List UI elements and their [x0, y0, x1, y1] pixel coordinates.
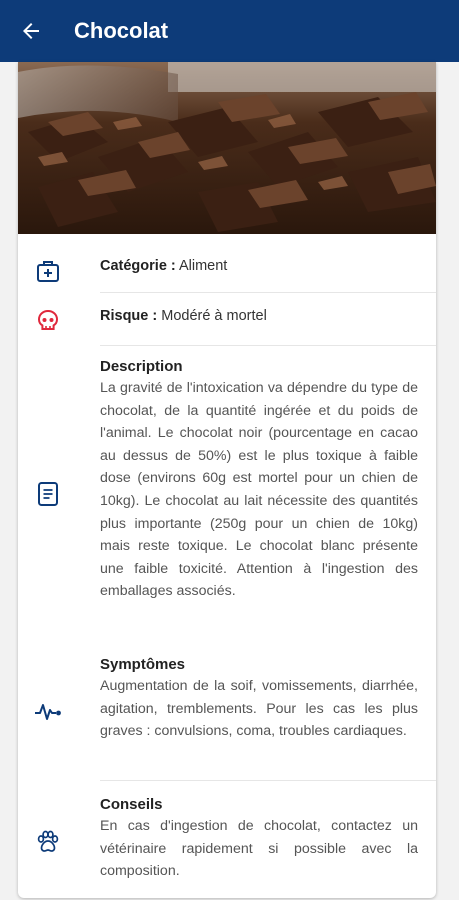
chocolate-photo-illustration: [18, 62, 436, 234]
category-row: Catégorie : Aliment: [18, 248, 436, 298]
description-text: La gravité de l'intoxication va dépendre…: [100, 380, 418, 600]
divider: [100, 780, 436, 781]
risk-value: Modéré à mortel: [161, 308, 267, 324]
advice-text: En cas d'ingestion de chocolat, contacte…: [100, 818, 418, 880]
arrow-left-icon: [23, 23, 39, 39]
symptoms-text: Augmentation de la soif, vomissements, d…: [100, 678, 418, 740]
page-title: Chocolat: [74, 18, 169, 43]
divider: [100, 345, 436, 346]
description-section: Description La gravité de l'intoxication…: [18, 358, 436, 636]
paw-icon: [32, 826, 64, 858]
symptoms-title: Symptômes: [100, 656, 186, 673]
document-icon: [32, 478, 64, 510]
advice-title: Conseils: [100, 796, 163, 813]
skull-icon: [32, 305, 64, 337]
back-button[interactable]: [0, 0, 62, 62]
category-value: Aliment: [178, 258, 228, 274]
divider: [100, 292, 436, 293]
app-bar: Chocolat: [0, 0, 459, 62]
risk-row: Risque : Modéré à mortel: [18, 298, 436, 348]
symptoms-section: Symptômes Augmentation de la soif, vomis…: [18, 656, 436, 776]
chocolate-photo: [18, 62, 436, 234]
heartbeat-pulse-icon: [32, 696, 64, 728]
first-aid-kit-icon: [32, 255, 64, 287]
detail-card: Catégorie : Aliment Risque : Modéré à mo…: [18, 62, 436, 898]
category-label: Catégorie :: [100, 258, 176, 274]
risk-label: Risque :: [100, 308, 158, 324]
description-title: Description: [100, 358, 183, 375]
advice-section: Conseils En cas d'ingestion de chocolat,…: [18, 796, 436, 886]
